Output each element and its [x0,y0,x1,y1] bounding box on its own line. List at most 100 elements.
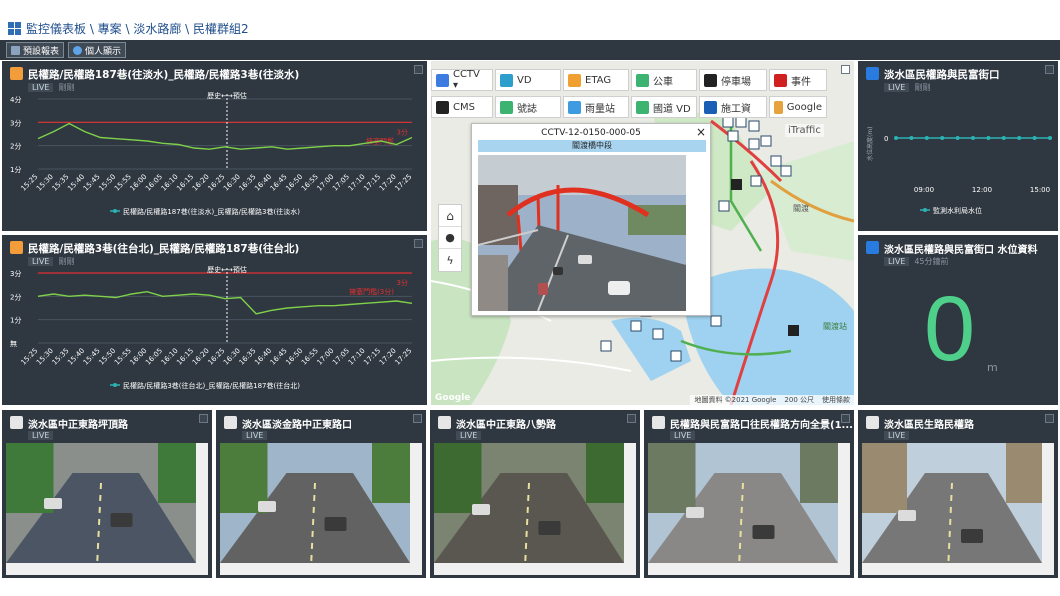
construction-icon [704,100,717,114]
y-tick-label: 1分 [10,165,21,174]
y-tick-label: 3分 [10,269,21,278]
cctv-snapshot[interactable] [478,155,686,311]
data-point [955,136,960,140]
layer-label: VD [517,74,532,86]
google-logo: Google [435,393,471,403]
cctv-icon [224,416,237,429]
data-point [986,136,991,140]
horizontal-scrollbar[interactable] [862,563,1054,575]
x-tick-label: 17:25 [393,347,413,367]
horizontal-scrollbar[interactable] [6,563,208,575]
layer-label: 停車場 [721,76,751,88]
cctv-icon [652,416,665,429]
live-badge: LIVE [884,257,910,266]
vertical-scrollbar[interactable] [838,443,850,563]
rain-layer-button[interactable]: 雨量站 [563,96,629,118]
terms-link[interactable]: 使用條款 [822,395,850,405]
google-layer-button[interactable]: Google [769,96,827,118]
etag-layer-button[interactable]: ETAG [563,69,629,91]
cctv-video-feed[interactable] [648,443,838,563]
vd-icon [500,73,513,87]
map-panel[interactable]: 關渡 關渡站 CCTV ▾ VD ETAG 公車 停車場 事件 CMS 號誌 雨量站 國道 VD… [431,61,854,405]
cctv-panel: 民權路與民富路口往民權路方向全景(1... LIVE [644,410,854,578]
svg-text:關渡站: 關渡站 [823,321,847,331]
legend: 民權路/民權路3巷(往台北)_民權路/民權路187巷(往台北) [110,381,300,390]
breadcrumb: 監控儀表板 \ 專案 \ 淡水路廊 \ 民權群組2 [8,19,249,37]
x-tick-label: 09:00 [914,186,934,194]
cctv-panel: 淡水區淡金路中正東路口 LIVE [216,410,426,578]
vd-layer-button[interactable]: VD [495,69,561,91]
cctv-video-feed[interactable] [220,443,410,563]
travel-time-panel-1: 民權路/民權路187巷(往淡水)_民權路/民權路3巷(往淡水) LIVE 剛剛 1… [2,61,427,231]
map-control-group: ⌂ ● ϟ [438,204,462,272]
rain-icon [568,100,581,114]
legend-marker [923,208,927,212]
data-point [1001,136,1006,140]
parking-layer-button[interactable]: 停車場 [699,69,767,91]
panel-title: 淡水區民權路與民富街口 水位資料 [884,245,1038,256]
vertical-scrollbar[interactable] [624,443,636,563]
layer-label: 事件 [791,76,811,88]
expand-icon[interactable] [1045,414,1054,423]
vertical-scrollbar[interactable] [1042,443,1054,563]
update-status: 45分鐘前 [914,257,949,266]
cctv-icon [866,416,879,429]
etag-icon [568,73,581,87]
y-tick-label: 1分 [10,316,21,325]
legend-label: 民權路/民權路3巷(往台北)_民權路/民權路187巷(往台北) [123,381,300,390]
parking-icon [704,73,717,87]
water-level-chart-panel: 淡水區民權路與民富街口 LIVE 剛剛 水位高度(m) 0 09:00 12:00 15:… [858,61,1058,231]
expand-icon[interactable] [199,414,208,423]
layer-label: 公車 [653,76,673,88]
google-icon [774,100,783,114]
map-footer: 地圖資料 ©2021 Google 200 公尺 使用條款 [690,395,854,405]
signal-layer-button[interactable]: 號誌 [495,96,561,118]
incident-layer-button[interactable]: 事件 [769,69,827,91]
horizontal-scrollbar[interactable] [648,563,850,575]
layer-label: 施工資 [721,103,751,115]
x-tick-label: 17:25 [393,173,413,193]
data-point [924,136,929,140]
panel-title: 淡水區中正東路坪頂路 [28,420,128,431]
y-tick-label: 2分 [10,292,21,301]
cctv-video-feed[interactable] [6,443,196,563]
y-tick-label: 0 [884,135,888,143]
preset-report-button[interactable]: 預設報表 [6,42,65,58]
panel-title: 民權路與民富路口往民權路方向全景(1... [670,420,853,431]
x-tick-label: 12:00 [972,186,992,194]
personal-display-button[interactable]: 個人顯示 [68,42,127,58]
close-icon[interactable]: × [696,125,706,139]
vertical-scrollbar[interactable] [410,443,422,563]
itraffic-layer-button[interactable]: iTraffic [785,124,824,137]
map-attribution: 地圖資料 ©2021 Google [694,396,777,404]
home-icon[interactable]: ⌂ [439,205,461,227]
cms-layer-button[interactable]: CMS [431,96,493,118]
horizontal-scrollbar[interactable] [434,563,636,575]
horizontal-scrollbar[interactable] [220,563,422,575]
legend-label: 民權路/民權路187巷(往淡水)_民權路/民權路3巷(往淡水) [123,207,300,216]
cctv-layer-button[interactable]: CCTV ▾ [431,69,493,91]
construction-layer-button[interactable]: 施工資 [699,96,767,118]
vertical-scrollbar[interactable] [196,443,208,563]
expand-icon[interactable] [627,414,636,423]
user-icon [73,45,82,55]
expand-icon[interactable] [841,65,850,74]
incident-icon [774,73,787,87]
bus-layer-button[interactable]: 公車 [631,69,697,91]
expand-icon[interactable] [413,414,422,423]
live-badge: LIVE [242,431,268,440]
breadcrumb-text[interactable]: 監控儀表板 \ 專案 \ 淡水路廊 \ 民權群組2 [26,20,249,37]
legend-marker [113,383,117,387]
freeway-vd-layer-button[interactable]: 國道 VD [631,96,697,118]
cctv-panel: 淡水區民生路民權路 LIVE [858,410,1058,578]
expand-icon[interactable] [841,414,850,423]
map-scale: 200 公尺 [784,396,814,404]
y-tick-label: 2分 [10,142,21,151]
location-pin-icon[interactable]: ● [439,227,461,249]
cctv-video-feed[interactable] [434,443,624,563]
cctv-icon [10,416,23,429]
y-tick-label: 4分 [10,95,21,104]
layer-label: 雨量站 [585,103,615,115]
lightning-icon[interactable]: ϟ [439,249,461,271]
cctv-video-feed[interactable] [862,443,1042,563]
